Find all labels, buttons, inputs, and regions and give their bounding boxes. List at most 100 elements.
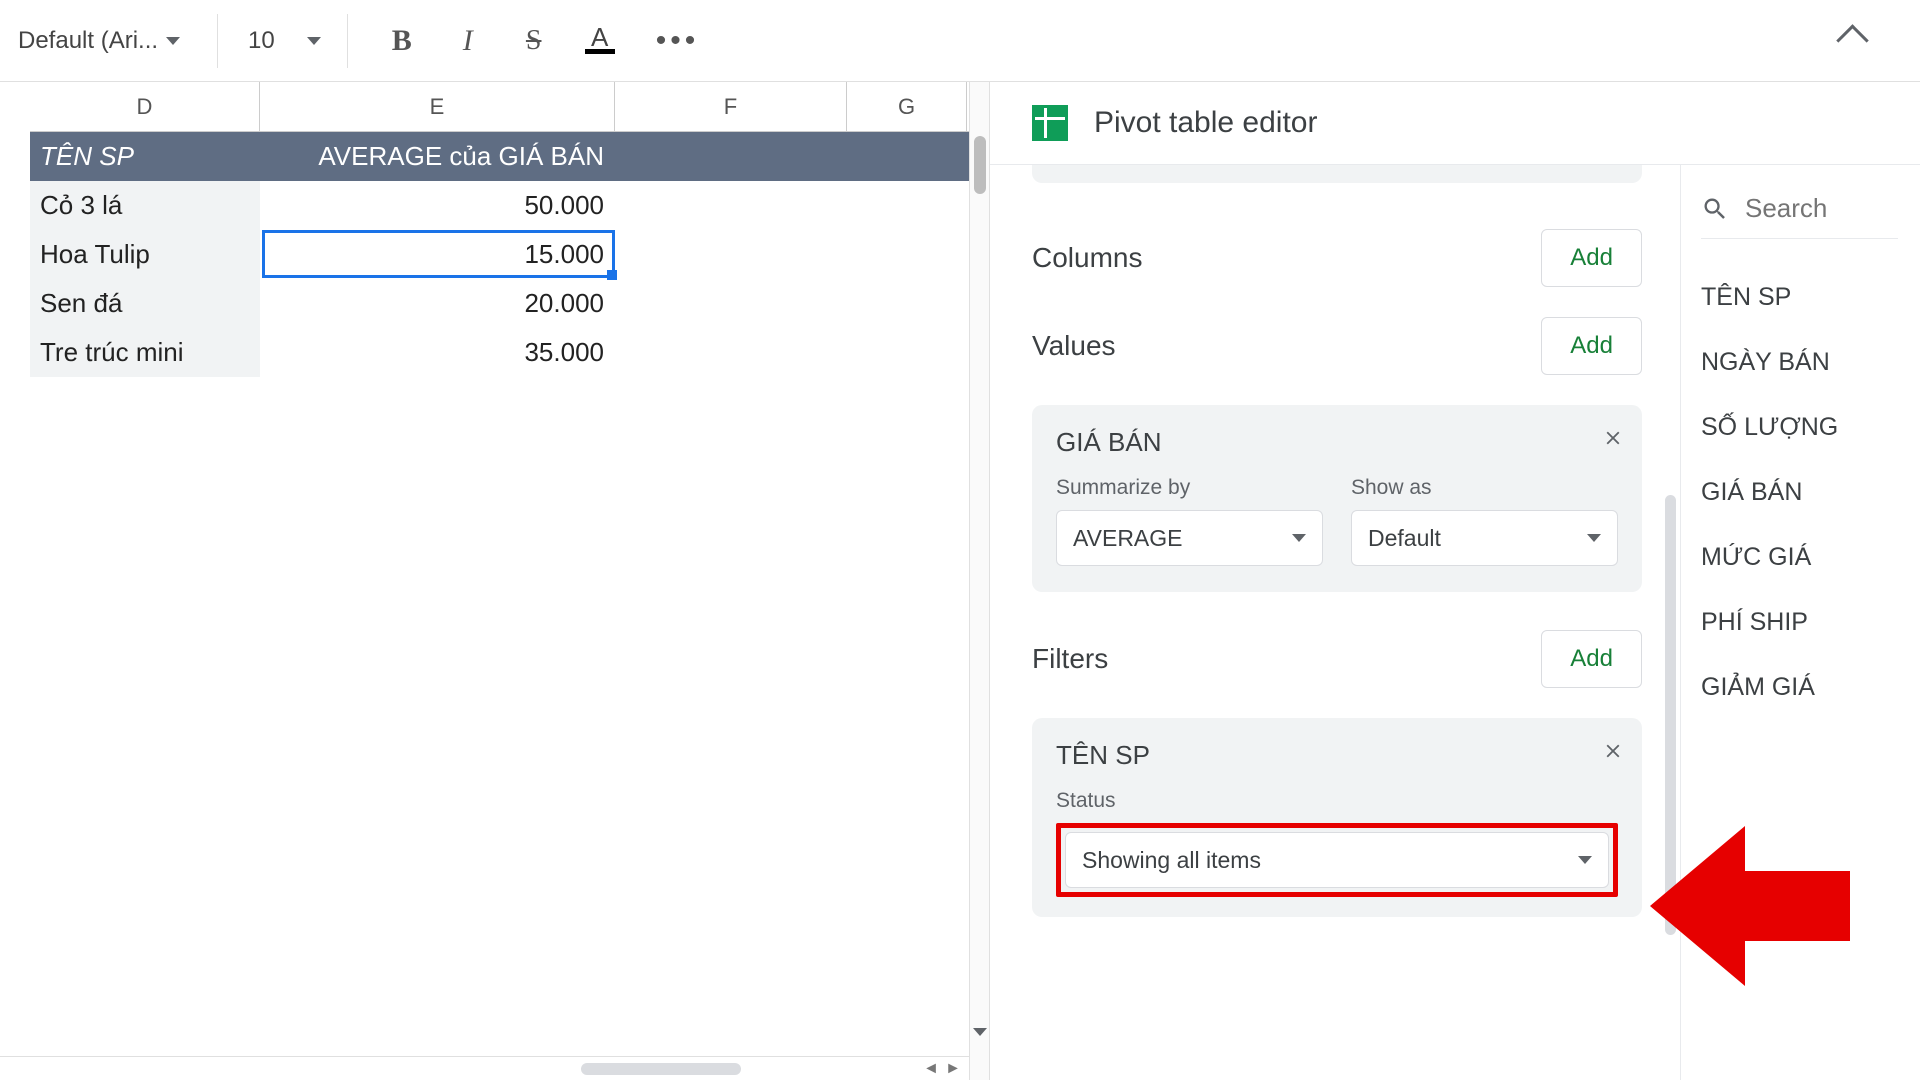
column-header-d[interactable]: D	[30, 82, 260, 131]
column-headers: D E F G	[30, 82, 989, 132]
values-section-header: Values Add	[1032, 317, 1642, 375]
value-card-title: GIÁ BÁN	[1056, 427, 1618, 458]
table-row: Hoa Tulip 15.000	[30, 230, 989, 279]
field-item[interactable]: MỨC GIÁ	[1701, 525, 1898, 590]
status-label: Status	[1056, 789, 1618, 813]
pivot-header-e[interactable]: AVERAGE của GIÁ BÁN	[260, 132, 615, 181]
cell-d[interactable]: Tre trúc mini	[30, 328, 260, 377]
spreadsheet-area: D E F G TÊN SP AVERAGE của GIÁ BÁN Cỏ 3 …	[0, 82, 990, 1080]
filters-section-header: Filters Add	[1032, 630, 1642, 688]
add-values-button[interactable]: Add	[1541, 317, 1642, 375]
field-item[interactable]: NGÀY BÁN	[1701, 330, 1898, 395]
pivot-table-icon	[1032, 105, 1068, 141]
scroll-left-arrow[interactable]: ◄	[921, 1059, 941, 1079]
bold-button[interactable]: B	[378, 17, 426, 65]
cell-e[interactable]: 15.000	[260, 230, 615, 279]
triangle-down-icon	[973, 1028, 987, 1053]
editor-body: Columns Add Values Add GIÁ BÁN Summarize…	[990, 164, 1920, 1080]
horizontal-scroll-thumb[interactable]	[581, 1063, 741, 1075]
cell-d[interactable]: Hoa Tulip	[30, 230, 260, 279]
vertical-scrollbar[interactable]	[969, 82, 989, 1080]
summarize-label: Summarize by	[1056, 476, 1323, 500]
value-card-row: Summarize by AVERAGE Show as Default	[1056, 476, 1618, 566]
showas-value: Default	[1368, 525, 1441, 552]
column-header-e[interactable]: E	[260, 82, 615, 131]
format-toolbar: Default (Ari... 10 B I S A •••	[0, 0, 1920, 82]
close-icon	[1602, 740, 1624, 762]
strikethrough-button[interactable]: S	[510, 17, 558, 65]
columns-section-header: Columns Add	[1032, 229, 1642, 287]
search-input[interactable]	[1745, 193, 1885, 224]
filter-card: TÊN SP Status Showing all items	[1032, 718, 1642, 917]
chevron-down-icon	[307, 37, 321, 45]
font-selector[interactable]: Default (Ari...	[18, 14, 218, 68]
pivot-header-row: TÊN SP AVERAGE của GIÁ BÁN	[30, 132, 989, 181]
summarize-dropdown[interactable]: AVERAGE	[1056, 510, 1323, 566]
showas-dropdown[interactable]: Default	[1351, 510, 1618, 566]
config-column: Columns Add Values Add GIÁ BÁN Summarize…	[990, 165, 1680, 1080]
add-filters-button[interactable]: Add	[1541, 630, 1642, 688]
status-highlight: Showing all items	[1056, 823, 1618, 897]
status-value: Showing all items	[1082, 847, 1261, 874]
scroll-down-arrow[interactable]	[973, 1036, 987, 1054]
pivot-header-d[interactable]: TÊN SP	[30, 132, 260, 181]
field-item[interactable]: GIÁ BÁN	[1701, 460, 1898, 525]
close-icon	[1602, 427, 1624, 449]
horizontal-scrollbar[interactable]: ◄ ►	[0, 1056, 969, 1080]
column-header-g[interactable]: G	[847, 82, 967, 131]
field-item[interactable]: TÊN SP	[1701, 265, 1898, 330]
cell-d[interactable]: Sen đá	[30, 279, 260, 328]
chevron-down-icon	[1587, 534, 1601, 542]
field-item[interactable]: PHÍ SHIP	[1701, 590, 1898, 655]
text-color-button[interactable]: A	[576, 17, 624, 65]
add-columns-button[interactable]: Add	[1541, 229, 1642, 287]
columns-label: Columns	[1032, 242, 1142, 274]
cell-e[interactable]: 20.000	[260, 279, 615, 328]
font-size-value: 10	[248, 27, 275, 55]
font-size-selector[interactable]: 10	[234, 14, 348, 68]
table-row: Cỏ 3 lá 50.000	[30, 181, 989, 230]
value-card-close[interactable]	[1602, 427, 1624, 454]
cell-e[interactable]: 50.000	[260, 181, 615, 230]
showas-label: Show as	[1351, 476, 1618, 500]
filter-card-close[interactable]	[1602, 740, 1624, 767]
font-name: Default (Ari...	[18, 27, 158, 55]
filters-label: Filters	[1032, 643, 1108, 675]
summarize-field: Summarize by AVERAGE	[1056, 476, 1323, 566]
collapsed-rows-card[interactable]	[1032, 165, 1642, 183]
config-scrollbar-thumb[interactable]	[1665, 495, 1676, 935]
text-color-a: A	[591, 28, 608, 46]
italic-button[interactable]: I	[444, 17, 492, 65]
grid-body: TÊN SP AVERAGE của GIÁ BÁN Cỏ 3 lá 50.00…	[30, 132, 989, 377]
main-area: D E F G TÊN SP AVERAGE của GIÁ BÁN Cỏ 3 …	[0, 82, 1920, 1080]
field-item[interactable]: GIẢM GIÁ	[1701, 655, 1898, 720]
value-card: GIÁ BÁN Summarize by AVERAGE	[1032, 405, 1642, 592]
more-formats-button[interactable]: •••	[642, 24, 700, 58]
values-label: Values	[1032, 330, 1116, 362]
table-row: Sen đá 20.000	[30, 279, 989, 328]
chevron-down-icon	[166, 37, 180, 45]
chevron-up-icon	[1841, 29, 1864, 52]
chevron-down-icon	[1292, 534, 1306, 542]
status-dropdown[interactable]: Showing all items	[1065, 832, 1609, 888]
fields-column: TÊN SP NGÀY BÁN SỐ LƯỢNG GIÁ BÁN MỨC GIÁ…	[1680, 165, 1920, 1080]
editor-header: Pivot table editor	[990, 82, 1920, 164]
showas-field: Show as Default	[1351, 476, 1618, 566]
format-buttons: B I S A •••	[364, 17, 700, 65]
collapse-toolbar-button[interactable]	[1841, 29, 1864, 52]
search-row	[1701, 193, 1898, 239]
field-item[interactable]: SỐ LƯỢNG	[1701, 395, 1898, 460]
editor-title: Pivot table editor	[1094, 106, 1317, 140]
scroll-right-arrow[interactable]: ►	[943, 1059, 963, 1079]
text-color-swatch	[585, 49, 615, 54]
column-header-f[interactable]: F	[615, 82, 847, 131]
vertical-scroll-thumb[interactable]	[974, 136, 986, 194]
filter-card-title: TÊN SP	[1056, 740, 1618, 771]
cell-d[interactable]: Cỏ 3 lá	[30, 181, 260, 230]
pivot-editor-panel: Pivot table editor Columns Add Values Ad…	[990, 82, 1920, 1080]
table-row: Tre trúc mini 35.000	[30, 328, 989, 377]
search-icon	[1701, 195, 1729, 223]
cell-e[interactable]: 35.000	[260, 328, 615, 377]
summarize-value: AVERAGE	[1073, 525, 1183, 552]
chevron-down-icon	[1578, 856, 1592, 864]
